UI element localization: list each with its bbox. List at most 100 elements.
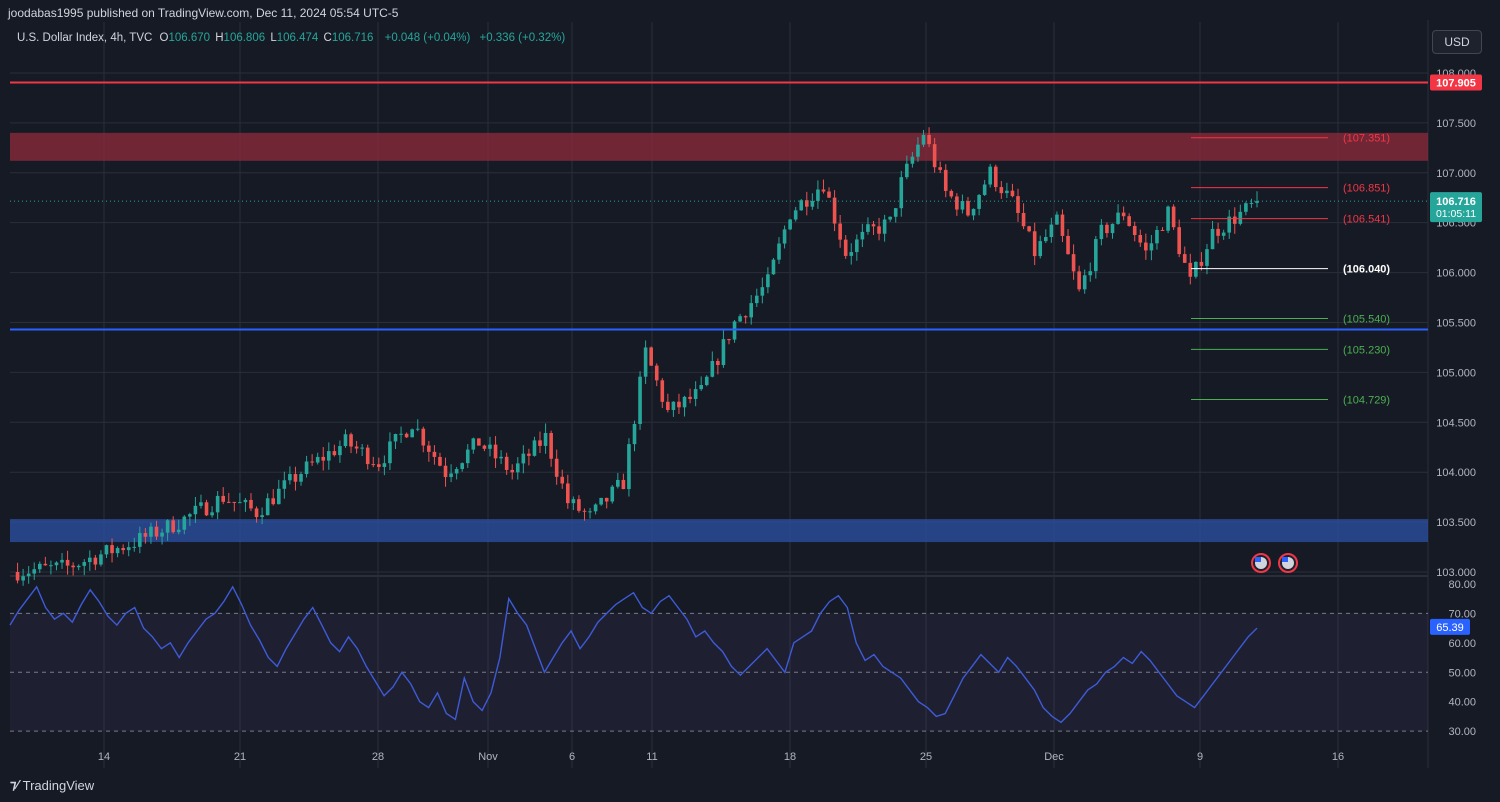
candle-body	[510, 469, 515, 473]
candle-body	[899, 177, 904, 209]
brand-name: TradingView	[22, 777, 95, 793]
candle-body	[115, 548, 120, 554]
candle-body	[1244, 203, 1248, 212]
candle-body	[1199, 261, 1204, 266]
candle-body	[493, 444, 498, 459]
candle-body	[660, 380, 665, 402]
candle-body	[1188, 262, 1193, 277]
candle-body	[593, 504, 598, 512]
candle-body	[388, 441, 392, 464]
candle-body	[632, 423, 637, 445]
candle-body	[538, 440, 542, 446]
candle-body	[699, 385, 703, 390]
candle-body	[1038, 241, 1043, 257]
candle-body	[788, 219, 792, 230]
currency-button[interactable]: USD	[1432, 30, 1482, 54]
level-label: (105.540)	[1343, 313, 1390, 325]
x-tick-label: 14	[98, 751, 110, 763]
high-label: H	[215, 32, 224, 44]
candle-body	[382, 463, 387, 467]
symbol-label[interactable]: U.S. Dollar Index, 4h, TVC	[17, 32, 152, 44]
candle-body	[76, 565, 81, 568]
candle-body	[288, 474, 292, 481]
candle-body	[799, 200, 804, 211]
countdown-label: 01:05:11	[1436, 208, 1476, 220]
candle-body	[1005, 190, 1009, 194]
level-label: (107.351)	[1343, 133, 1390, 145]
candle-body	[126, 547, 131, 551]
candle-body	[743, 316, 748, 318]
candle-body	[643, 347, 648, 377]
candle-body	[1132, 225, 1137, 236]
candle-body	[693, 389, 698, 399]
candle-body	[321, 456, 326, 461]
candle-body	[132, 546, 137, 548]
level-label: (104.729)	[1343, 394, 1390, 406]
candle-body	[816, 189, 820, 201]
candle-body	[1249, 202, 1254, 204]
candle-body	[143, 533, 148, 537]
candle-body	[421, 428, 426, 446]
candle-body	[932, 144, 937, 168]
candle-body	[1099, 224, 1104, 240]
x-tick-label: 6	[569, 751, 575, 763]
candle-body	[1182, 254, 1187, 263]
rsi-pane	[9, 585, 1428, 732]
candle-body	[160, 532, 164, 537]
candle-body	[960, 200, 965, 210]
candle-body	[254, 508, 259, 518]
level-label: (106.851)	[1343, 183, 1390, 195]
candle-body	[327, 451, 331, 461]
change-total-value: +0.336 (+0.32%)	[479, 32, 566, 44]
candle-body	[1221, 232, 1226, 236]
candle-body	[271, 498, 276, 505]
candle-body	[1205, 249, 1209, 266]
candle-body	[732, 321, 737, 340]
x-tick-label: 16	[1332, 751, 1344, 763]
candle-body	[855, 239, 859, 253]
flag-canton	[1255, 557, 1261, 562]
candle-body	[477, 438, 481, 446]
price-tick-label: 106.000	[1436, 268, 1476, 280]
candle-body	[460, 463, 465, 470]
candle-body	[1016, 196, 1020, 213]
candle-body	[171, 520, 175, 533]
candle-body	[1088, 271, 1093, 276]
candle-body	[938, 167, 942, 170]
tradingview-brand[interactable]: ⁊⁄ TradingView	[10, 777, 94, 793]
chart-canvas[interactable]: (107.351) (106.851) (106.541) (106.040) (105…	[0, 0, 1500, 802]
candle-body	[999, 187, 1004, 194]
candle-body	[527, 453, 531, 456]
candle-body	[860, 231, 865, 240]
x-tick-label: 11	[646, 751, 657, 763]
tradingview-logo-icon: ⁊⁄	[10, 777, 19, 792]
candle-body	[793, 210, 798, 220]
candle-body	[243, 499, 248, 503]
candle-body	[193, 505, 198, 515]
candle-body	[993, 166, 998, 188]
candle-body	[1082, 275, 1087, 290]
candle-body	[982, 184, 987, 195]
candle-body	[349, 434, 353, 447]
candle-body	[649, 347, 653, 366]
candle-body	[504, 456, 509, 470]
candle-body	[949, 190, 954, 197]
candle-body	[299, 474, 303, 482]
candle-body	[677, 401, 681, 408]
candle-body	[882, 219, 887, 234]
candle-body	[582, 510, 587, 512]
candle-body	[560, 476, 565, 484]
candle-body	[704, 376, 709, 386]
candle-body	[499, 456, 503, 459]
zones	[10, 132, 1428, 543]
candle-body	[60, 559, 64, 563]
rsi-tick-label: 40.00	[1448, 697, 1476, 709]
candle-body	[204, 502, 209, 516]
candle-body	[1032, 231, 1037, 257]
horizontal-lines: (107.351) (106.851) (106.541) (106.040) (105…	[10, 81, 1428, 406]
candle-body	[543, 432, 548, 446]
candle-body	[671, 401, 676, 410]
candle-body	[821, 189, 826, 192]
candle-body	[54, 562, 59, 566]
candle-body	[760, 287, 765, 296]
